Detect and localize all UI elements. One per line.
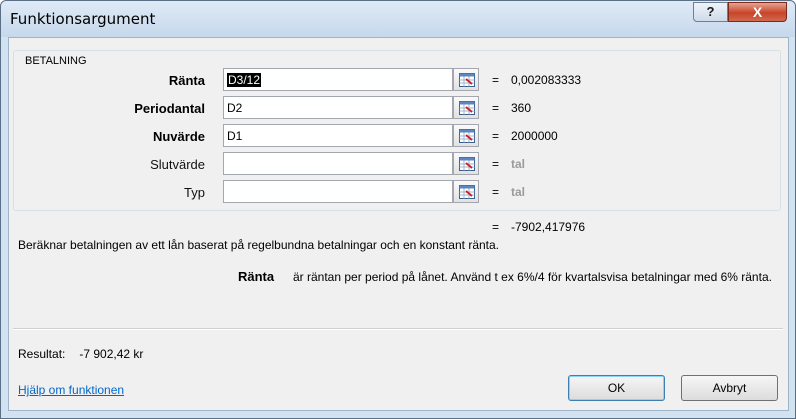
arg-equals-nuvarde: = [492,129,500,143]
arg-result-typ: tal [511,185,526,199]
arg-input-typ[interactable] [223,180,453,203]
help-link[interactable]: Hjälp om funktionen [18,383,124,397]
divider [13,328,783,330]
result-value: -7 902,42 kr [79,347,144,361]
title-bar[interactable]: Funktionsargument ? X [1,1,795,37]
range-select-icon [459,73,475,87]
help-argument-text: är räntan per period på lånet. Använd t … [293,270,772,284]
arg-input-nuvarde[interactable]: D1 [223,124,453,147]
arg-result-nuvarde: 2000000 [511,129,558,143]
arg-label-periodantal: Periodantal [134,101,205,116]
arg-equals-ranta: = [492,73,500,87]
collapse-dialog-button-periodantal[interactable] [453,96,479,119]
dialog-title: Funktionsargument [10,10,156,28]
ok-button[interactable]: OK [568,375,665,401]
arg-input-periodantal[interactable]: D2 [223,96,453,119]
arg-input-value-ranta: D3/12 [227,73,262,87]
range-select-icon [459,185,475,199]
range-select-icon [459,129,475,143]
arg-equals-typ: = [492,185,500,199]
collapse-dialog-button-typ[interactable] [453,180,479,203]
range-select-icon [459,157,475,171]
function-arguments-dialog: Funktionsargument ? X BETALNING Ränta D3/… [0,0,796,419]
result-line: Resultat: -7 902,42 kr [18,347,143,361]
close-button[interactable]: X [728,2,787,22]
arg-input-value-periodantal: D2 [227,101,243,115]
arg-input-value-nuvarde: D1 [227,129,243,143]
help-argument-name: Ränta [238,269,275,284]
arg-equals-periodantal: = [492,101,500,115]
cancel-button[interactable]: Avbryt [681,375,778,401]
arg-result-periodantal: 360 [511,101,532,115]
arg-input-ranta[interactable]: D3/12 [223,68,453,91]
result-label: Resultat: [18,347,66,361]
help-button[interactable]: ? [693,2,728,22]
formula-result: -7902,417976 [511,220,586,234]
arg-input-slutvarde[interactable] [223,152,453,175]
function-description: Beräknar betalningen av ett lån baserat … [18,238,500,252]
collapse-dialog-button-ranta[interactable] [453,68,479,91]
arg-label-typ: Typ [184,185,205,200]
formula-result-equals: = [492,220,500,234]
collapse-dialog-button-nuvarde[interactable] [453,124,479,147]
arg-result-ranta: 0,002083333 [511,73,582,87]
arg-equals-slutvarde: = [492,157,500,171]
arg-label-slutvarde: Slutvärde [150,157,205,172]
dialog-body: BETALNING Ränta D3/12 = 0,002083333 Periodan… [8,37,789,411]
arg-result-slutvarde: tal [511,157,526,171]
arg-label-ranta: Ränta [168,73,205,88]
range-select-icon [459,101,475,115]
function-name: BETALNING [23,55,89,67]
arg-label-nuvarde: Nuvärde [152,129,205,144]
collapse-dialog-button-slutvarde[interactable] [453,152,479,175]
